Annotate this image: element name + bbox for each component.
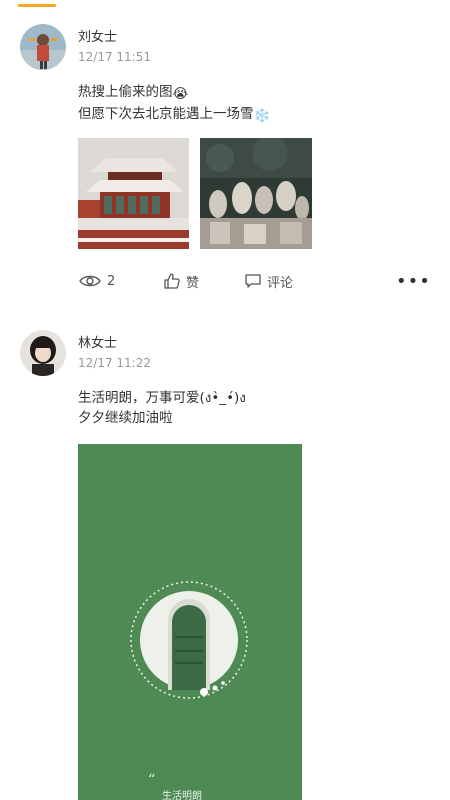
snowflake-emoji-icon: ❄️ — [253, 108, 271, 124]
post-text-line: 夕夕继续加油啦 — [78, 410, 173, 426]
view-count[interactable]: 2 — [78, 267, 115, 295]
image-caption-text: 生活明朗 — [162, 791, 202, 800]
thumbs-up-icon — [164, 273, 180, 289]
post-text: 生活明朗，万事可爱(ง•̀_•́)ง 夕夕继续加油啦 — [78, 388, 246, 428]
post-timestamp: 12/17 11:51 — [78, 50, 151, 64]
feed-post: 林女士 12/17 11:22 生活明朗，万事可爱(ง•̀_•́)ง 夕夕继续加… — [0, 320, 450, 800]
post-text-line: 但愿下次去北京能遇上一场雪 — [78, 106, 254, 122]
post-text-line: 热搜上偷来的图 — [78, 84, 173, 100]
post-text-line: 生活明朗，万事可爱(ง•̀_•́)ง — [78, 390, 246, 406]
more-options-button[interactable]: ••• — [396, 267, 431, 295]
avatar[interactable] — [20, 24, 66, 70]
avatar-image — [20, 330, 66, 376]
username[interactable]: 刘女士 — [78, 26, 117, 45]
post-action-bar: 2 赞 评论 ••• — [0, 267, 450, 295]
view-count-value: 2 — [107, 273, 116, 289]
post-image-palace[interactable] — [78, 138, 189, 249]
comment-bubble-icon — [245, 274, 261, 288]
like-label: 赞 — [186, 275, 200, 291]
username[interactable]: 林女士 — [78, 332, 117, 351]
like-button[interactable]: 赞 — [163, 267, 199, 295]
top-tab-bar — [0, 0, 450, 7]
avatar-image — [20, 24, 66, 70]
comment-button[interactable]: 评论 — [244, 267, 293, 295]
more-dots-icon: ••• — [396, 270, 431, 292]
post-text: 热搜上偷来的图😭 但愿下次去北京能遇上一场雪❄️ — [78, 82, 270, 126]
eye-icon — [79, 275, 101, 287]
active-tab-indicator — [18, 4, 56, 7]
post-image-statues[interactable] — [200, 138, 312, 249]
post-image-green-door[interactable]: “ — [78, 444, 302, 800]
svg-text:“: “ — [148, 772, 155, 788]
post-timestamp: 12/17 11:22 — [78, 356, 151, 370]
avatar[interactable] — [20, 330, 66, 376]
comment-label: 评论 — [267, 275, 294, 291]
crying-emoji-icon: 😭 — [172, 86, 189, 102]
feed-post: 刘女士 12/17 11:51 热搜上偷来的图😭 但愿下次去北京能遇上一场雪❄️ — [0, 14, 450, 334]
image-caption: 生活明朗 — [162, 787, 202, 800]
